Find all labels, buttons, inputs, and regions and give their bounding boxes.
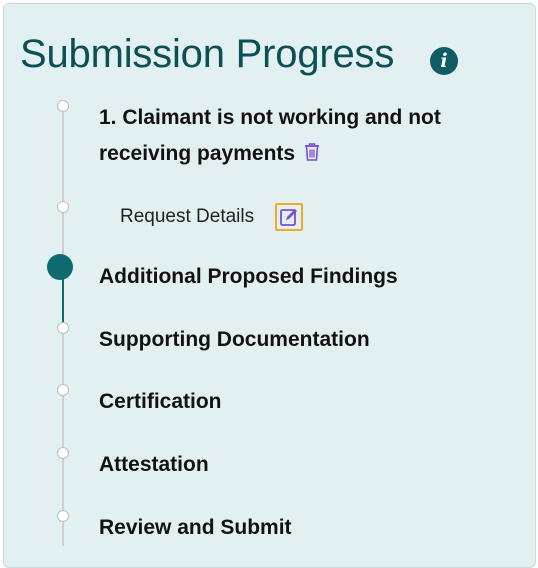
step-label: 1. Claimant is not working and not recei… bbox=[99, 106, 441, 165]
step-claimant-status[interactable]: 1. Claimant is not working and not recei… bbox=[99, 100, 479, 174]
submission-progress-panel: Submission Progress i 1. Claimant is not… bbox=[3, 3, 536, 568]
step-review-and-submit[interactable]: Review and Submit bbox=[99, 517, 292, 538]
step-marker-4 bbox=[57, 322, 69, 334]
step-request-details[interactable]: Request Details bbox=[120, 207, 254, 226]
progress-rail-completed bbox=[62, 105, 64, 265]
trash-icon[interactable] bbox=[303, 138, 321, 174]
edit-request-details-button[interactable] bbox=[275, 203, 303, 231]
edit-icon bbox=[280, 209, 297, 226]
step-additional-proposed-findings[interactable]: Additional Proposed Findings bbox=[99, 266, 398, 287]
step-marker-2 bbox=[57, 201, 69, 213]
page-title: Submission Progress bbox=[20, 32, 395, 76]
step-marker-1 bbox=[57, 100, 69, 112]
step-marker-current bbox=[47, 254, 73, 280]
step-attestation[interactable]: Attestation bbox=[99, 454, 209, 475]
step-certification[interactable]: Certification bbox=[99, 391, 222, 412]
step-marker-7 bbox=[57, 510, 69, 522]
info-icon[interactable]: i bbox=[430, 47, 458, 75]
step-supporting-documentation[interactable]: Supporting Documentation bbox=[99, 329, 370, 350]
step-marker-5 bbox=[57, 384, 69, 396]
step-marker-6 bbox=[57, 447, 69, 459]
